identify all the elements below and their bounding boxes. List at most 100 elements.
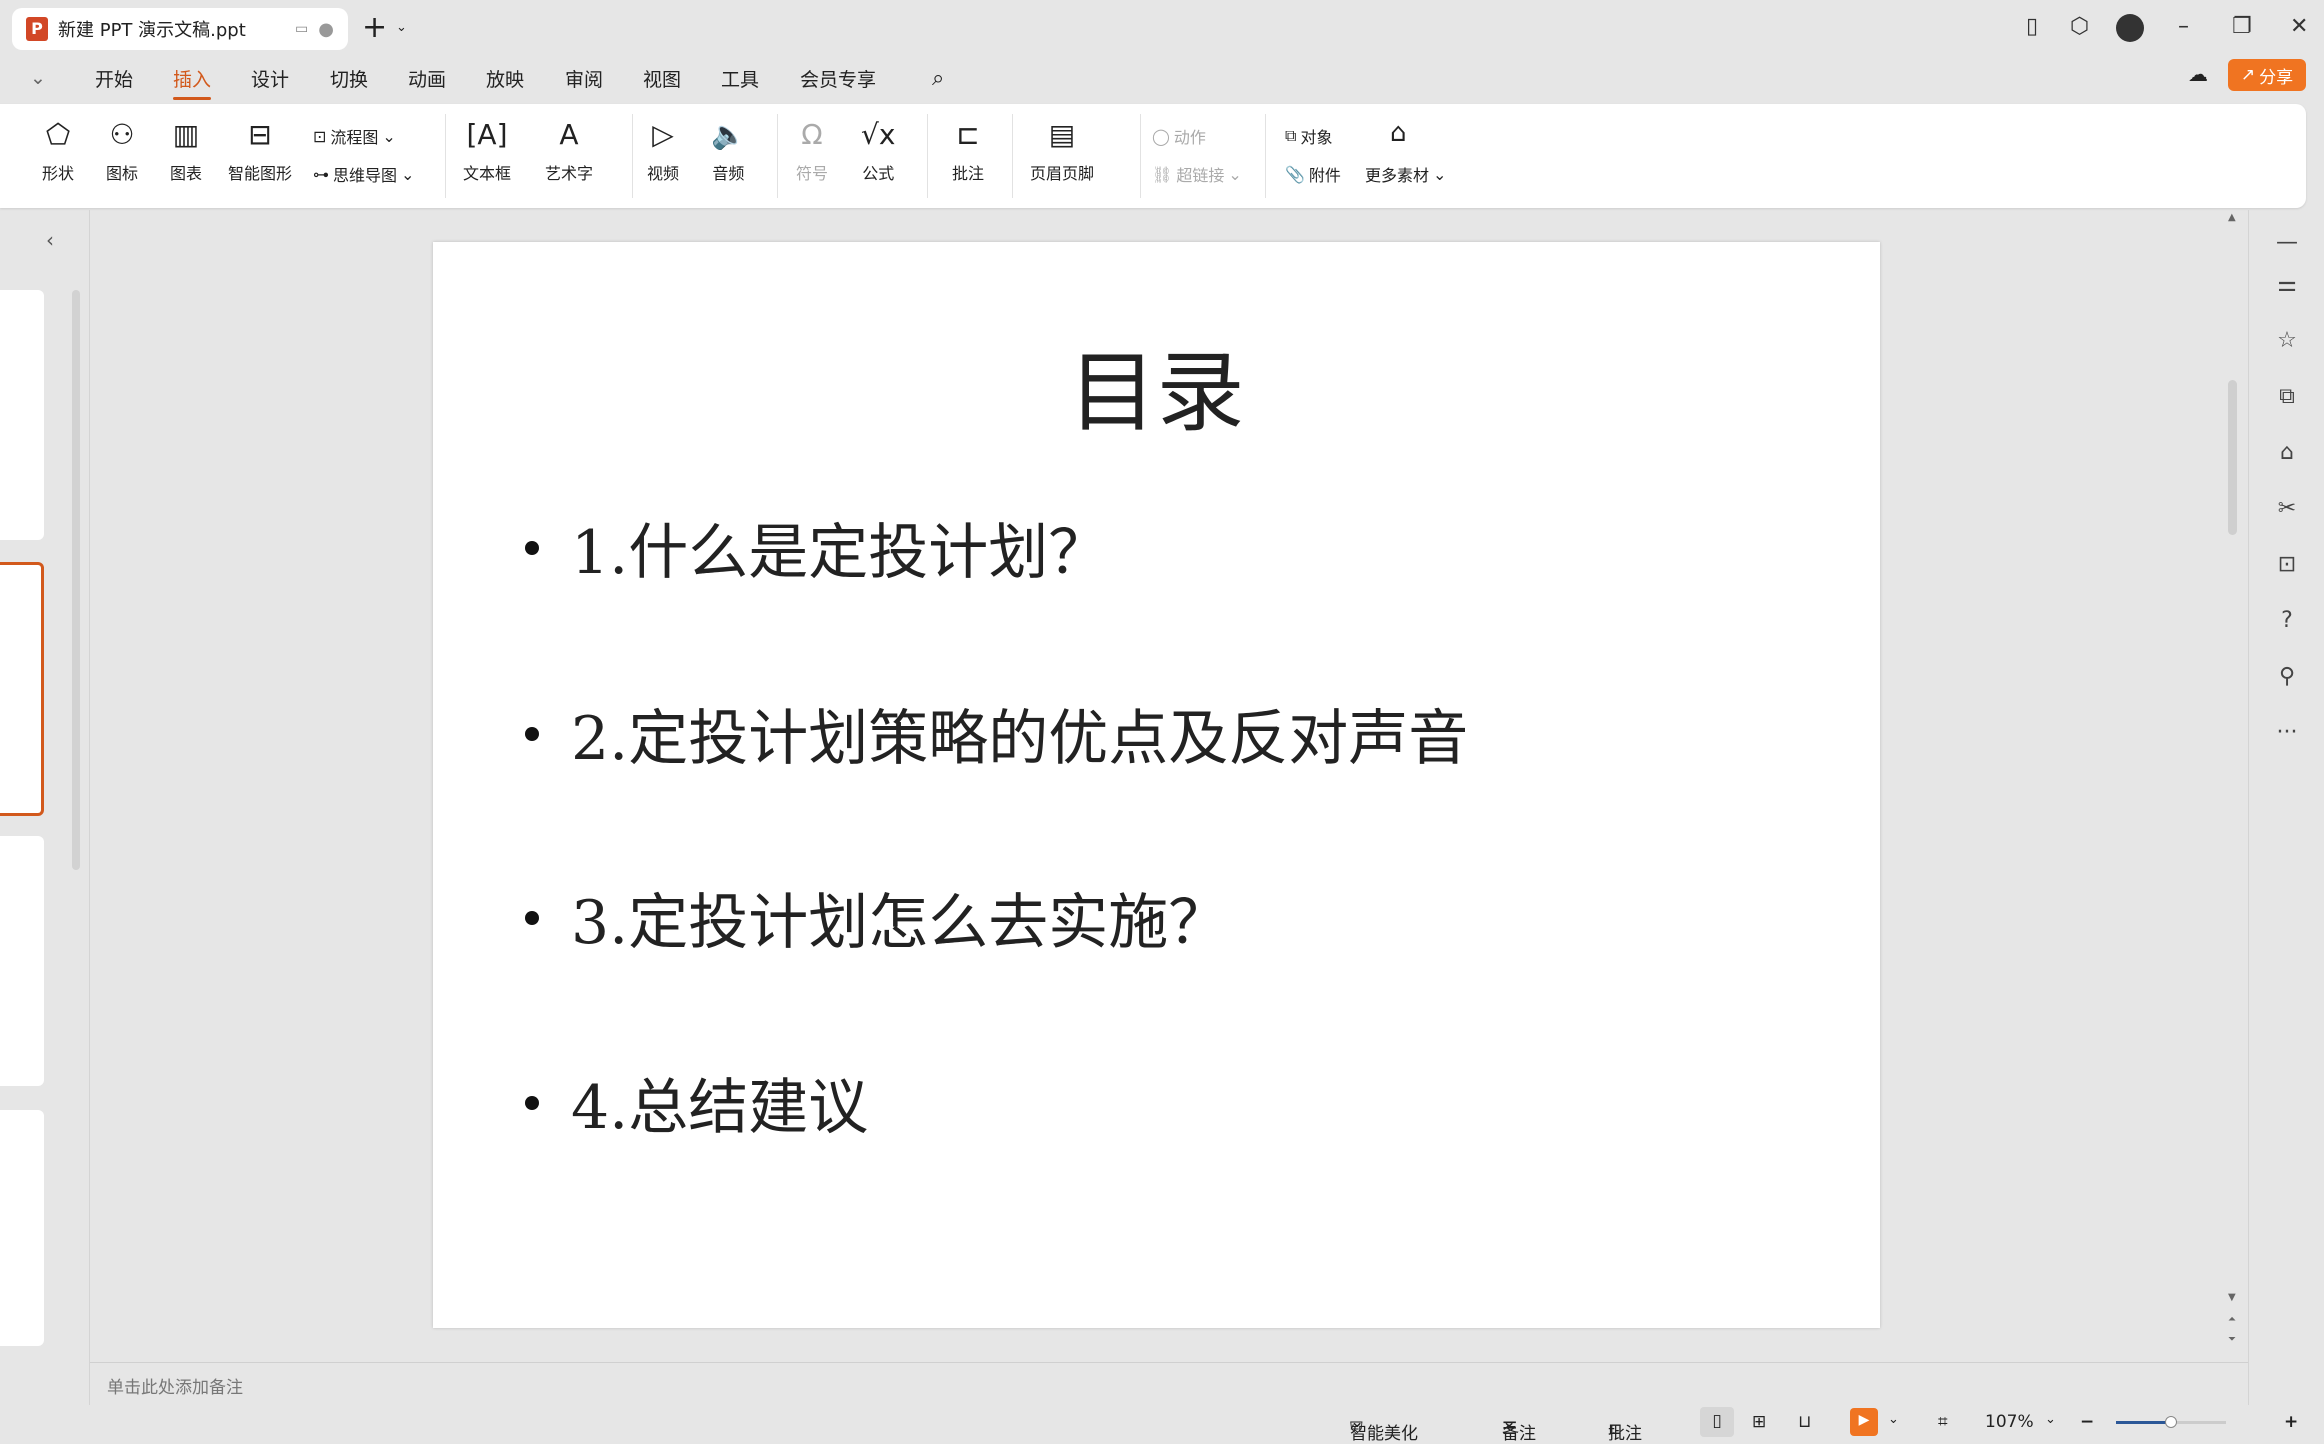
smartart-button[interactable]: ⊟ 智能图形	[228, 118, 292, 184]
slide-title[interactable]: 目录	[433, 322, 1880, 449]
mindmap-button[interactable]: ⊶ 思维导图 ⌄	[313, 162, 414, 186]
tablet-mode-icon[interactable]: ▯	[2026, 14, 2038, 39]
chevron-down-icon[interactable]: ⌄	[2045, 1412, 2056, 1427]
chevron-down-icon[interactable]: ⌄	[30, 67, 46, 89]
grid-view-icon[interactable]: ⊞	[1752, 1412, 1766, 1432]
menu-design[interactable]: 设计	[251, 65, 289, 92]
cube-icon[interactable]: ⬡	[2070, 14, 2089, 39]
vertical-scrollbar[interactable]	[2228, 380, 2237, 535]
close-button[interactable]: ✕	[2290, 14, 2308, 39]
object-button[interactable]: ⧉ 对象	[1285, 124, 1332, 148]
book-search-icon[interactable]: ⊡	[2249, 552, 2324, 577]
zoom-slider[interactable]	[2116, 1416, 2226, 1428]
share-button[interactable]: ↗ 分享	[2228, 59, 2306, 91]
more-materials-button[interactable]: 更多素材 ⌄	[1365, 162, 1446, 186]
share-icon: ↗	[2240, 65, 2256, 85]
menu-insert[interactable]: 插入	[173, 65, 212, 100]
textbox-button[interactable]: [A] 文本框	[463, 118, 511, 184]
bullet-item[interactable]: 2.定投计划策略的优点及反对声音	[525, 690, 1468, 777]
chevron-down-icon[interactable]: ⌄	[396, 20, 407, 35]
collapse-panel-icon[interactable]: ‹	[46, 228, 54, 252]
flowchart-button[interactable]: ⊡ 流程图 ⌄	[313, 124, 396, 148]
header-footer-icon: ▤	[1048, 118, 1076, 151]
notes-input[interactable]: 单击此处添加备注	[90, 1362, 2248, 1405]
chart-icon: ▥	[172, 118, 200, 151]
audio-button[interactable]: 🔈 音频	[711, 118, 746, 184]
right-sidebar: — ⚌ ☆ ⧉ ⌂ ✂ ⊡ ? ⚲ ···	[2248, 210, 2324, 1405]
slide-thumbnail-4[interactable]	[0, 1110, 44, 1346]
document-tab[interactable]: P 新建 PPT 演示文稿.ppt ▭ ●	[12, 8, 348, 50]
ppt-app-icon: P	[26, 17, 48, 41]
label: 更多素材	[1365, 166, 1430, 185]
menu-home[interactable]: 开始	[95, 65, 133, 92]
materials-icon[interactable]: ⌂	[2249, 440, 2324, 465]
previous-slide-icon[interactable]: ⏶	[2228, 1314, 2236, 1325]
unsaved-dot-icon: ●	[318, 18, 334, 40]
menu-transition[interactable]: 切换	[330, 65, 368, 92]
tools-icon[interactable]: ✂	[2249, 496, 2324, 521]
new-tab-button[interactable]: +	[362, 10, 387, 45]
thumbnail-scrollbar[interactable]	[72, 290, 80, 870]
zoom-level[interactable]: 107%	[1985, 1412, 2034, 1432]
slide-canvas[interactable]: 目录 1.什么是定投计划？ 2.定投计划策略的优点及反对声音 3.定投计划怎么去…	[433, 242, 1880, 1328]
attachment-button[interactable]: 📎 附件	[1285, 162, 1341, 186]
shirt-icon[interactable]: ⚲	[2249, 664, 2324, 689]
star-icon[interactable]: ☆	[2249, 328, 2324, 353]
bullet-item[interactable]: 3.定投计划怎么去实施？	[525, 874, 1228, 961]
menu-slideshow[interactable]: 放映	[486, 65, 524, 92]
header-footer-button[interactable]: ▤ 页眉页脚	[1030, 118, 1094, 184]
reading-view-icon[interactable]: ⊔	[1798, 1412, 1811, 1432]
zoom-slider-handle[interactable]	[2165, 1416, 2177, 1428]
action-button[interactable]: ◯ 动作	[1152, 124, 1206, 148]
scroll-up-icon[interactable]: ▲	[2228, 212, 2236, 223]
icon-button[interactable]: ⚇ 图标	[106, 118, 138, 184]
notes-button[interactable]: ☰ 备注 ⌄	[1502, 1412, 1536, 1444]
minus-icon[interactable]: —	[2249, 230, 2324, 255]
comment-button[interactable]: ⊏ 批注	[952, 118, 984, 184]
menu-animation[interactable]: 动画	[408, 65, 446, 92]
bullet-text: 3.定投计划怎么去实施？	[571, 888, 1229, 958]
bullet-text: 2.定投计划策略的优点及反对声音	[571, 704, 1469, 774]
smart-beautify-button[interactable]: ⛉ 智能美化 ⌄	[1350, 1412, 1418, 1444]
video-button[interactable]: ▷ 视频	[647, 118, 679, 184]
chat-icon[interactable]: ☁	[2188, 62, 2208, 86]
label: 图标	[106, 164, 139, 183]
slide-thumbnail-2-selected[interactable]	[0, 562, 44, 816]
chevron-down-icon[interactable]: ⌄	[1888, 1412, 1899, 1427]
fit-window-icon[interactable]: ⌗	[1938, 1412, 1948, 1432]
next-slide-icon[interactable]: ⏷	[2228, 1334, 2236, 1345]
smartart-icon: ⊟	[248, 118, 272, 151]
avatar[interactable]	[2116, 14, 2144, 42]
menu-view[interactable]: 视图	[643, 65, 681, 92]
formula-button[interactable]: √x 公式	[861, 118, 895, 184]
normal-view-icon[interactable]: ▯	[1700, 1407, 1734, 1437]
sliders-icon[interactable]: ⚌	[2249, 272, 2324, 297]
search-icon[interactable]: ⌕	[932, 66, 944, 91]
slide-thumbnail-3[interactable]	[0, 836, 44, 1086]
more-icon[interactable]: ···	[2249, 720, 2324, 745]
play-slideshow-button[interactable]: ▶	[1850, 1408, 1878, 1436]
bullet-dot	[525, 910, 539, 925]
shape-icon: ⬠	[45, 118, 71, 151]
slides-icon[interactable]: ⧉	[2249, 384, 2324, 409]
bullet-item[interactable]: 4.总结建议	[525, 1059, 868, 1146]
zoom-in-button[interactable]: +	[2284, 1412, 2298, 1432]
zoom-out-button[interactable]: −	[2080, 1412, 2094, 1432]
monitor-icon[interactable]: ▭	[295, 21, 308, 37]
label: 公式	[862, 164, 895, 183]
restore-button[interactable]: ❐	[2232, 14, 2252, 39]
minimize-button[interactable]: –	[2178, 14, 2189, 39]
slide-thumbnail-1[interactable]	[0, 290, 44, 540]
help-icon[interactable]: ?	[2249, 608, 2324, 633]
symbol-button[interactable]: Ω 符号	[796, 118, 828, 184]
wordart-button[interactable]: A 艺术字	[545, 118, 593, 184]
hyperlink-button[interactable]: ⛓ 超链接 ⌄	[1152, 162, 1242, 186]
chart-button[interactable]: ▥ 图表	[170, 118, 202, 184]
menu-member[interactable]: 会员专享	[800, 65, 876, 92]
bullet-item[interactable]: 1.什么是定投计划？	[525, 504, 1108, 591]
menu-tools[interactable]: 工具	[721, 65, 759, 92]
menu-review[interactable]: 审阅	[565, 65, 603, 92]
scroll-down-icon[interactable]: ▼	[2228, 1292, 2236, 1303]
shape-button[interactable]: ⬠ 形状	[42, 118, 74, 184]
label: 批注	[952, 164, 985, 183]
